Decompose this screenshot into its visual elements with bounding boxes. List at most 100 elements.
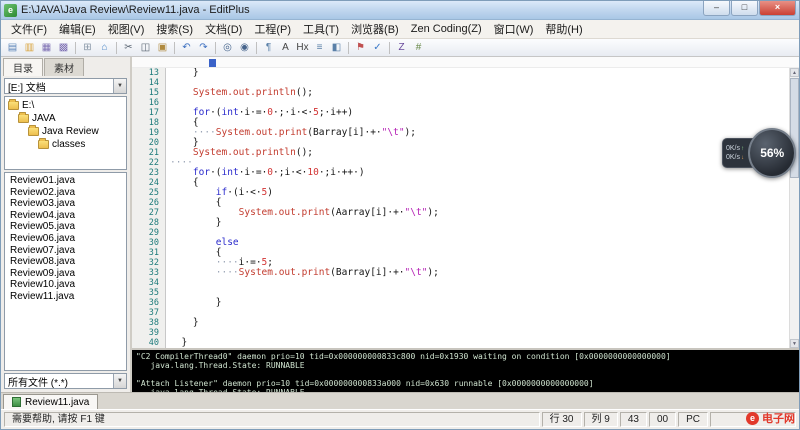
save-icon[interactable]: ▦ — [38, 40, 55, 56]
bookmark-icon[interactable]: ⚑ — [352, 40, 369, 56]
tree-item-label: Java Review — [42, 126, 99, 137]
preferences-icon[interactable]: # — [410, 40, 427, 56]
code-token: (Barray[i]·+· — [330, 267, 404, 278]
word-wrap-icon[interactable]: ≡ — [311, 40, 328, 56]
title-bar[interactable]: e E:\JAVA\Java Review\Review11.java - Ed… — [1, 1, 799, 20]
file-list-item[interactable]: Review05.java — [7, 221, 124, 233]
line-number: 21 — [132, 148, 165, 158]
toolbar-separator — [389, 42, 390, 54]
file-list-item[interactable]: Review10.java — [7, 279, 124, 291]
menu-document[interactable]: 文档(D) — [199, 20, 248, 38]
file-filter[interactable]: 所有文件 (*.*) ▼ — [4, 373, 127, 389]
status-cell-column: 列 9 — [584, 412, 618, 427]
line-number: 40 — [132, 338, 165, 348]
chevron-down-icon[interactable]: ▼ — [113, 79, 126, 93]
code-token: (Barray[i]·+· — [307, 127, 381, 138]
menu-window[interactable]: 窗口(W) — [488, 20, 540, 38]
file-list-item[interactable]: Review09.java — [7, 268, 124, 280]
memory-usage-percent[interactable]: 56% — [748, 128, 796, 178]
menu-edit[interactable]: 编辑(E) — [53, 20, 102, 38]
window-controls: – □ × — [703, 1, 796, 16]
document-tab[interactable]: Review11.java — [3, 394, 98, 409]
code-token: int — [222, 107, 239, 118]
line-number: 16 — [132, 98, 165, 108]
file-list-item[interactable]: Review01.java — [7, 175, 124, 187]
tree-item[interactable]: E:\ — [5, 99, 126, 112]
file-list-item[interactable]: Review08.java — [7, 256, 124, 268]
file-list-item[interactable]: Review11.java — [7, 291, 124, 303]
code-line: } — [170, 298, 799, 308]
font-icon[interactable]: A — [277, 40, 294, 56]
vertical-scrollbar[interactable]: ▲ ▼ — [789, 68, 799, 348]
code-token: System.out.println — [193, 147, 296, 158]
line-number: 18 — [132, 118, 165, 128]
code-line: for·(int·i·=·0·;·i·<·5;·i++) — [170, 108, 799, 118]
drive-selector[interactable]: [E:] 文档 ▼ — [4, 78, 127, 94]
print-icon[interactable]: ⊞ — [79, 40, 96, 56]
console-line: "Attach Listener" daemon prio=10 tid=0x0… — [136, 379, 795, 388]
code-token: ); — [405, 127, 416, 138]
paste-icon[interactable]: ▣ — [154, 40, 171, 56]
sidebar-tab-cliptext[interactable]: 素材 — [44, 58, 84, 76]
open-file-icon[interactable]: ▥ — [21, 40, 38, 56]
code-token — [170, 87, 193, 98]
menu-help[interactable]: 帮助(H) — [539, 20, 588, 38]
directory-tree: E:\JAVAJava Reviewclasses — [4, 96, 127, 170]
tree-item[interactable]: Java Review — [5, 125, 126, 138]
code-line: System.out.println(); — [170, 148, 799, 158]
console-line: java.lang.Thread.State: RUNNABLE — [136, 361, 795, 370]
menu-search[interactable]: 搜索(S) — [150, 20, 199, 38]
code-token: ·;i·++·) — [319, 167, 365, 178]
line-number: 19 — [132, 128, 165, 138]
file-list-item[interactable]: Review07.java — [7, 245, 124, 257]
redo-icon[interactable]: ↷ — [195, 40, 212, 56]
code-token: } — [170, 68, 199, 78]
menu-file[interactable]: 文件(F) — [5, 20, 53, 38]
speed-ball-widget[interactable]: 0K/s↑ 0K/s↓ 56% — [722, 127, 796, 179]
show-paragraph-marks-icon[interactable]: ¶ — [260, 40, 277, 56]
file-list-item[interactable]: Review02.java — [7, 187, 124, 199]
file-list-item[interactable]: Review06.java — [7, 233, 124, 245]
save-all-icon[interactable]: ▩ — [55, 40, 72, 56]
sidebar-tab-directory[interactable]: 目录 — [3, 58, 43, 76]
line-number: 23 — [132, 168, 165, 178]
code-token: "\t" — [382, 127, 405, 138]
zen-coding-icon[interactable]: Z — [393, 40, 410, 56]
menu-project[interactable]: 工程(P) — [248, 20, 297, 38]
file-list: Review01.javaReview02.javaReview03.javaR… — [4, 172, 127, 371]
menu-zen-coding[interactable]: Zen Coding(Z) — [405, 22, 488, 36]
scroll-down-arrow-icon[interactable]: ▼ — [790, 339, 799, 348]
menu-browser[interactable]: 浏览器(B) — [345, 20, 405, 38]
code-token: ) — [267, 187, 273, 198]
console-line — [136, 370, 795, 379]
tree-item[interactable]: JAVA — [5, 112, 126, 125]
toolbar-separator — [116, 42, 117, 54]
folder-icon — [38, 140, 49, 149]
file-list-item[interactable]: Review03.java — [7, 198, 124, 210]
close-button[interactable]: × — [759, 1, 796, 16]
browser-preview-icon[interactable]: ⌂ — [96, 40, 113, 56]
code-editor[interactable]: } System.out.println(); for·(int·i·=·0·;… — [166, 68, 799, 348]
cut-icon[interactable]: ✂ — [120, 40, 137, 56]
chevron-down-icon[interactable]: ▼ — [113, 374, 126, 388]
syntax-check-icon[interactable]: ✓ — [369, 40, 386, 56]
output-console[interactable]: "C2 CompilerThread0" daemon prio=10 tid=… — [132, 348, 799, 392]
split-view-icon[interactable]: ◧ — [328, 40, 345, 56]
maximize-button[interactable]: □ — [731, 1, 758, 16]
minimize-button[interactable]: – — [703, 1, 730, 16]
hex-view-icon[interactable]: Hx — [294, 40, 311, 56]
file-list-item[interactable]: Review04.java — [7, 210, 124, 222]
undo-icon[interactable]: ↶ — [178, 40, 195, 56]
menu-tools[interactable]: 工具(T) — [297, 20, 345, 38]
line-number: 36 — [132, 298, 165, 308]
folder-icon — [8, 101, 19, 110]
find-icon[interactable]: ◎ — [219, 40, 236, 56]
copy-icon[interactable]: ◫ — [137, 40, 154, 56]
tree-item[interactable]: classes — [5, 138, 126, 151]
scroll-up-arrow-icon[interactable]: ▲ — [790, 68, 799, 77]
menu-view[interactable]: 视图(V) — [102, 20, 151, 38]
new-document-icon[interactable]: ▤ — [4, 40, 21, 56]
code-token: int — [222, 167, 239, 178]
code-token: ···· — [216, 267, 239, 278]
replace-icon[interactable]: ◉ — [236, 40, 253, 56]
